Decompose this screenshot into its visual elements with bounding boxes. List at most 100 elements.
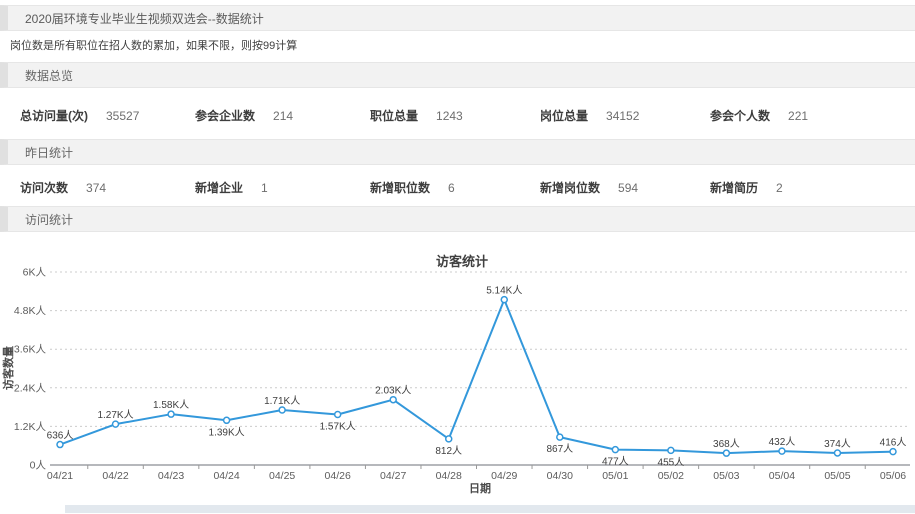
stat-value: 2 (776, 181, 783, 195)
stat-value: 594 (618, 181, 638, 195)
stat-label: 总访问量(次) (20, 107, 88, 124)
x-tick-label: 04/24 (213, 470, 239, 482)
x-tick-label: 05/01 (602, 470, 628, 482)
x-tick-label: 04/23 (158, 470, 184, 482)
x-tick-label: 04/29 (491, 470, 517, 482)
point-label: 374人 (824, 438, 851, 450)
yesterday-stats-row: 访问次数 374 新增企业 1 新增职位数 6 新增岗位数 594 新增简历 2 (0, 179, 915, 199)
y-axis-name: 访客数量 (1, 346, 15, 390)
visitor-chart-svg[interactable]: 访客统计访客数量 0人 1.2K人 2.4K人 3.6K人 4.8K人 6K人 04/21 04… (0, 248, 915, 506)
stat-label: 参会企业数 (195, 107, 255, 124)
y-tick-label: 1.2K人 (14, 421, 47, 433)
x-tick-label: 05/03 (713, 470, 739, 482)
stat-item: 访问次数 374 (20, 179, 106, 196)
visitor-line-chart[interactable]: 访客统计访客数量 0人 1.2K人 2.4K人 3.6K人 4.8K人 6K人 04/21 04… (0, 248, 915, 506)
point-label: 455人 (658, 456, 685, 468)
horizontal-scrollbar[interactable] (65, 505, 915, 513)
x-tick-label: 05/02 (658, 470, 684, 482)
data-point[interactable] (168, 411, 174, 417)
chart-title: 访客统计 (436, 254, 488, 269)
y-tick-label: 2.4K人 (14, 382, 47, 394)
stat-item: 总访问量(次) 35527 (20, 107, 139, 124)
point-label: 1.71K人 (264, 395, 300, 407)
stat-value: 214 (273, 109, 293, 123)
data-point[interactable] (723, 450, 729, 456)
stat-item: 参会企业数 214 (195, 107, 293, 124)
stat-item: 新增企业 1 (195, 179, 268, 196)
stat-value: 35527 (106, 109, 139, 123)
stat-item: 参会个人数 221 (710, 107, 808, 124)
stat-label: 新增职位数 (370, 179, 430, 196)
point-label: 1.58K人 (153, 399, 189, 411)
stat-label: 岗位总量 (540, 107, 588, 124)
point-label: 432人 (769, 436, 796, 448)
data-point[interactable] (390, 397, 396, 403)
stat-label: 职位总量 (370, 107, 418, 124)
point-label: 812人 (435, 445, 462, 457)
stat-value: 6 (448, 181, 455, 195)
x-tick-label: 04/27 (380, 470, 406, 482)
page-title: 2020届环境专业毕业生视频双选会--数据统计 (25, 10, 264, 27)
stat-item: 新增简历 2 (710, 179, 783, 196)
stat-label: 访问次数 (20, 179, 68, 196)
stat-value: 1243 (436, 109, 463, 123)
data-point[interactable] (890, 449, 896, 455)
stat-label: 参会个人数 (710, 107, 770, 124)
data-point[interactable] (779, 448, 785, 454)
section-header-visits: 访问统计 (0, 206, 915, 232)
y-tick-label: 0人 (30, 460, 47, 472)
stat-value: 374 (86, 181, 106, 195)
point-label: 1.27K人 (97, 409, 133, 421)
point-label: 636人 (47, 430, 74, 442)
x-tick-label: 04/22 (102, 470, 128, 482)
stat-label: 新增岗位数 (540, 179, 600, 196)
data-point[interactable] (668, 447, 674, 453)
x-tick-label: 04/26 (325, 470, 351, 482)
point-label: 2.03K人 (375, 385, 411, 397)
x-tick-label: 04/25 (269, 470, 295, 482)
x-tick-label: 05/04 (769, 470, 795, 482)
stat-value: 1 (261, 181, 268, 195)
stat-item: 新增岗位数 594 (540, 179, 638, 196)
section-header-overview: 数据总览 (0, 62, 915, 88)
stat-label: 新增企业 (195, 179, 243, 196)
x-tick-label: 04/28 (436, 470, 462, 482)
data-point[interactable] (224, 417, 230, 423)
data-point[interactable] (279, 407, 285, 413)
x-axis-name: 日期 (469, 481, 491, 495)
section-header-yesterday: 昨日统计 (0, 139, 915, 165)
data-point[interactable] (113, 421, 119, 427)
stat-label: 新增简历 (710, 179, 758, 196)
section-header-overview-label: 数据总览 (25, 67, 73, 84)
overview-stats-row: 总访问量(次) 35527 参会企业数 214 职位总量 1243 岗位总量 34152 参会个… (0, 107, 915, 127)
data-point[interactable] (501, 297, 507, 303)
y-tick-label: 3.6K人 (14, 344, 47, 356)
point-label: 1.57K人 (320, 420, 356, 432)
stat-item: 新增职位数 6 (370, 179, 455, 196)
y-tick-label: 6K人 (23, 267, 47, 279)
point-label: 477人 (602, 456, 629, 468)
point-label: 5.14K人 (486, 285, 522, 297)
data-point[interactable] (612, 447, 618, 453)
point-label: 1.39K人 (209, 426, 245, 438)
data-point[interactable] (557, 434, 563, 440)
x-tick-label: 04/21 (47, 470, 73, 482)
data-point[interactable] (57, 442, 63, 448)
point-label: 416人 (880, 437, 907, 449)
data-point[interactable] (335, 411, 341, 417)
stat-value: 221 (788, 109, 808, 123)
section-header-visits-label: 访问统计 (25, 211, 73, 228)
stat-item: 岗位总量 34152 (540, 107, 639, 124)
x-tick-label: 05/06 (880, 470, 906, 482)
section-header-yesterday-label: 昨日统计 (25, 144, 73, 161)
x-tick-label: 05/05 (824, 470, 850, 482)
point-label: 368人 (713, 438, 740, 450)
x-tick-label: 04/30 (547, 470, 573, 482)
y-tick-label: 4.8K人 (14, 305, 47, 317)
stat-item: 职位总量 1243 (370, 107, 463, 124)
note-text: 岗位数是所有职位在招人数的累加，如果不限，则按99计算 (10, 31, 297, 61)
stat-value: 34152 (606, 109, 639, 123)
data-point[interactable] (834, 450, 840, 456)
series-line (60, 300, 893, 453)
data-point[interactable] (446, 436, 452, 442)
